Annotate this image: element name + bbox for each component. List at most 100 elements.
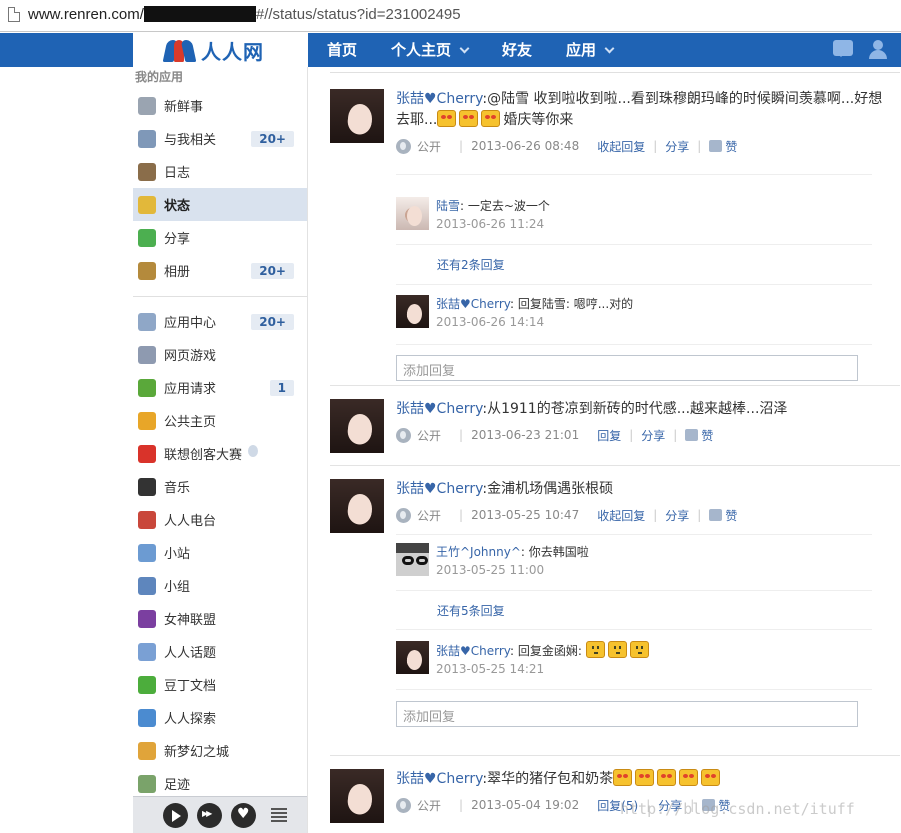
post-text: 张喆♥Cherry:金浦机场偶遇张根硕 [396, 479, 896, 500]
reply-link[interactable]: 回复 [597, 427, 621, 444]
more-replies-link[interactable]: 还有5条回复 [437, 602, 505, 619]
music-player [133, 796, 307, 833]
post-time: 2013-06-26 08:48 [471, 139, 580, 153]
chat-icon[interactable] [833, 40, 853, 57]
url-text[interactable]: www.renren.com/ #//status/status?id=23100… [28, 6, 461, 23]
nav-apps[interactable]: 应用 [549, 33, 630, 67]
post-author[interactable]: 张喆♥Cherry [396, 481, 482, 497]
nav-home[interactable]: 首页 [310, 33, 374, 67]
reply-author[interactable]: 张喆♥Cherry [436, 644, 510, 658]
reply-author[interactable]: 陆雪 [436, 199, 460, 213]
add-friend-icon[interactable] [867, 40, 889, 60]
post-meta: 公开 | 2013-06-26 08:48 收起回复 | 分享 | 赞 [396, 137, 896, 155]
reply-author[interactable]: 王竹^Johnny^ [436, 545, 521, 559]
music-icon [138, 477, 156, 496]
smile-emoticon-icon [629, 641, 649, 658]
sidebar-item[interactable]: 新鲜事 [133, 89, 307, 122]
playlist-icon[interactable] [271, 808, 287, 822]
sidebar-item[interactable]: 人人电台 [133, 503, 307, 536]
avatar[interactable] [330, 399, 384, 453]
share-link[interactable]: 分享 [665, 138, 689, 155]
reply-author[interactable]: 张喆♥Cherry [436, 297, 510, 311]
kiss-emoticon-icon [481, 110, 501, 127]
like-link[interactable]: 赞 [725, 138, 737, 155]
logo-text: 人人网 [201, 39, 264, 64]
avatar[interactable] [396, 543, 429, 576]
avatar[interactable] [396, 641, 429, 674]
sidebar-item[interactable]: 公共主页 [133, 404, 307, 437]
sidebar-item[interactable]: 日志 [133, 155, 307, 188]
add-reply-input[interactable]: 添加回复 [396, 355, 858, 381]
sidebar-item-label: 人人探索 [164, 712, 217, 727]
kiss-emoticon-icon [635, 769, 655, 786]
post-author[interactable]: 张喆♥Cherry [396, 771, 482, 787]
sidebar-item[interactable]: 与我相关 20+ [133, 122, 307, 155]
station-icon [138, 543, 156, 562]
sidebar-item[interactable]: 豆丁文档 [133, 668, 307, 701]
post-meta: 公开 | 2013-05-25 10:47 收起回复 | 分享 | 赞 [396, 506, 896, 524]
sidebar-item[interactable]: 女神联盟 [133, 602, 307, 635]
kiss-emoticon-icon [679, 769, 699, 786]
sidebar-item[interactable]: 应用请求 1 [133, 371, 307, 404]
post-content: :从1911的苍凉到新砖的时代感...越来越棒...沼泽 [482, 401, 788, 417]
more-replies-link[interactable]: 还有2条回复 [437, 256, 505, 273]
post-author[interactable]: 张喆♥Cherry [396, 401, 482, 417]
thumbs-up-icon[interactable] [709, 140, 723, 152]
avatar[interactable] [396, 197, 429, 230]
separator: | [459, 139, 464, 153]
sidebar-item[interactable]: 分享 [133, 221, 307, 254]
album-icon [138, 261, 156, 280]
post-divider [330, 465, 900, 466]
kiss-emoticon-icon [613, 769, 633, 786]
share-link[interactable]: 分享 [665, 507, 689, 524]
sidebar-item[interactable]: 人人探索 [133, 701, 307, 734]
sidebar-item[interactable]: 音乐 [133, 470, 307, 503]
sidebar-item-label: 应用中心 [164, 316, 217, 331]
sidebar-item[interactable]: 人人话题 [133, 635, 307, 668]
sidebar-item[interactable]: 联想创客大赛 [133, 437, 307, 470]
add-reply-input[interactable]: 添加回复 [396, 701, 858, 727]
share-icon [138, 228, 156, 247]
footprint-icon [138, 774, 156, 793]
sidebar-item[interactable]: 小组 [133, 569, 307, 602]
collapse-replies-link[interactable]: 收起回复 [597, 507, 645, 524]
kiss-emoticon-icon [657, 769, 677, 786]
sidebar-item[interactable]: 应用中心 20+ [133, 305, 307, 338]
separator: | [459, 798, 464, 812]
sidebar-item-label: 新梦幻之城 [164, 745, 230, 760]
share-link[interactable]: 分享 [641, 427, 665, 444]
nav-profile[interactable]: 个人主页 [374, 33, 485, 67]
lenovo-icon [138, 444, 156, 463]
avatar[interactable] [330, 479, 384, 533]
sidebar-item[interactable]: 相册 20+ [133, 254, 307, 287]
thumbs-up-icon[interactable] [685, 429, 699, 441]
address-bar[interactable]: www.renren.com/ #//status/status?id=23100… [0, 0, 901, 32]
heart-icon[interactable] [231, 802, 256, 828]
nav-friends[interactable]: 好友 [485, 33, 549, 67]
play-icon[interactable] [163, 802, 188, 828]
gamepad-icon [138, 345, 156, 364]
radio-icon [138, 510, 156, 529]
avatar[interactable] [330, 769, 384, 823]
post-time: 2013-06-23 21:01 [471, 428, 580, 442]
post-author[interactable]: 张喆♥Cherry [396, 91, 482, 107]
sidebar-item[interactable]: 状态 [133, 188, 307, 221]
next-icon[interactable] [197, 802, 222, 828]
avatar[interactable] [330, 89, 384, 143]
sidebar-item[interactable]: 新梦幻之城 [133, 734, 307, 767]
renren-logo[interactable]: 人人网 [162, 37, 264, 64]
post-text: 张喆♥Cherry:@陆雪 收到啦收到啦...看到珠穆朗玛峰的时候瞬间羡慕啊..… [396, 89, 896, 131]
avatar[interactable] [396, 295, 429, 328]
reply-content: : 回复陆雪: 嗯哼...对的 [510, 297, 634, 311]
globe-icon [396, 507, 411, 523]
post-content: :翠华的猪仔包和奶茶 [482, 771, 614, 787]
collapse-replies-link[interactable]: 收起回复 [597, 138, 645, 155]
like-link[interactable]: 赞 [701, 427, 713, 444]
visibility-label: 公开 [417, 428, 442, 443]
sidebar-item[interactable]: 网页游戏 [133, 338, 307, 371]
kiss-emoticon-icon [701, 769, 721, 786]
sidebar-item-label: 联想创客大赛 [164, 448, 243, 463]
thumbs-up-icon[interactable] [709, 509, 723, 521]
sidebar-item[interactable]: 小站 [133, 536, 307, 569]
like-link[interactable]: 赞 [725, 507, 737, 524]
